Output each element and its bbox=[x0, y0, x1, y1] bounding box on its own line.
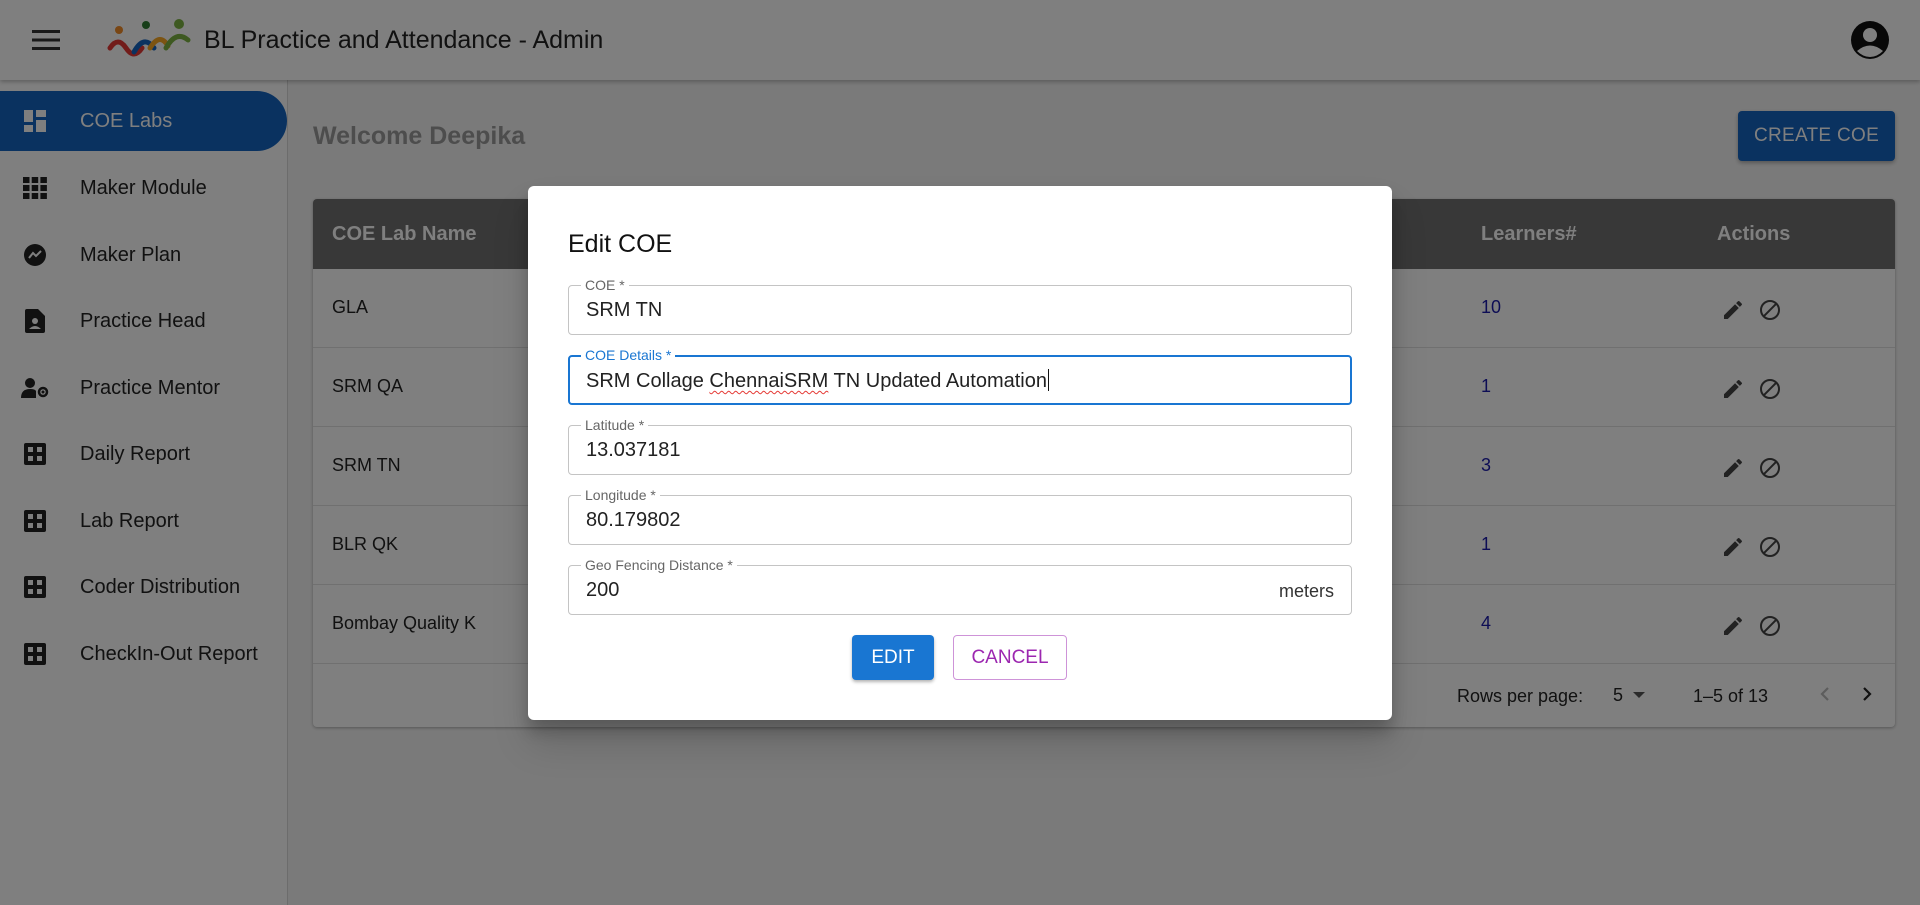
coe-details-field-label: COE Details * bbox=[581, 346, 676, 364]
geo-fencing-distance-field[interactable]: Geo Fencing Distance * 200 meters bbox=[568, 556, 1352, 615]
edit-button[interactable]: EDIT bbox=[852, 635, 934, 680]
text-caret bbox=[1048, 369, 1049, 391]
geo-fencing-field-label: Geo Fencing Distance * bbox=[581, 556, 737, 574]
coe-field-value: SRM TN bbox=[586, 299, 663, 321]
coe-field-label: COE * bbox=[581, 276, 629, 294]
latitude-field-label: Latitude * bbox=[581, 416, 649, 434]
longitude-field-label: Longitude * bbox=[581, 486, 660, 504]
edit-coe-dialog: Edit COE COE * SRM TN COE Details * SRM … bbox=[528, 186, 1392, 720]
unit-adornment: meters bbox=[1278, 581, 1334, 601]
coe-field[interactable]: COE * SRM TN bbox=[568, 276, 1352, 335]
longitude-field[interactable]: Longitude * 80.179802 bbox=[568, 486, 1352, 545]
coe-details-field-value: SRM Collage ChennaiSRM TN Updated Automa… bbox=[586, 369, 1049, 392]
dialog-title: Edit COE bbox=[568, 230, 673, 258]
cancel-button[interactable]: CANCEL bbox=[953, 635, 1067, 680]
latitude-field-value: 13.037181 bbox=[586, 439, 681, 461]
coe-details-field[interactable]: COE Details * SRM Collage ChennaiSRM TN … bbox=[568, 346, 1352, 405]
longitude-field-value: 80.179802 bbox=[586, 509, 681, 531]
spelling-error: ChennaiSRM bbox=[709, 370, 829, 392]
latitude-field[interactable]: Latitude * 13.037181 bbox=[568, 416, 1352, 475]
geo-fencing-field-value: 200 bbox=[586, 579, 620, 601]
